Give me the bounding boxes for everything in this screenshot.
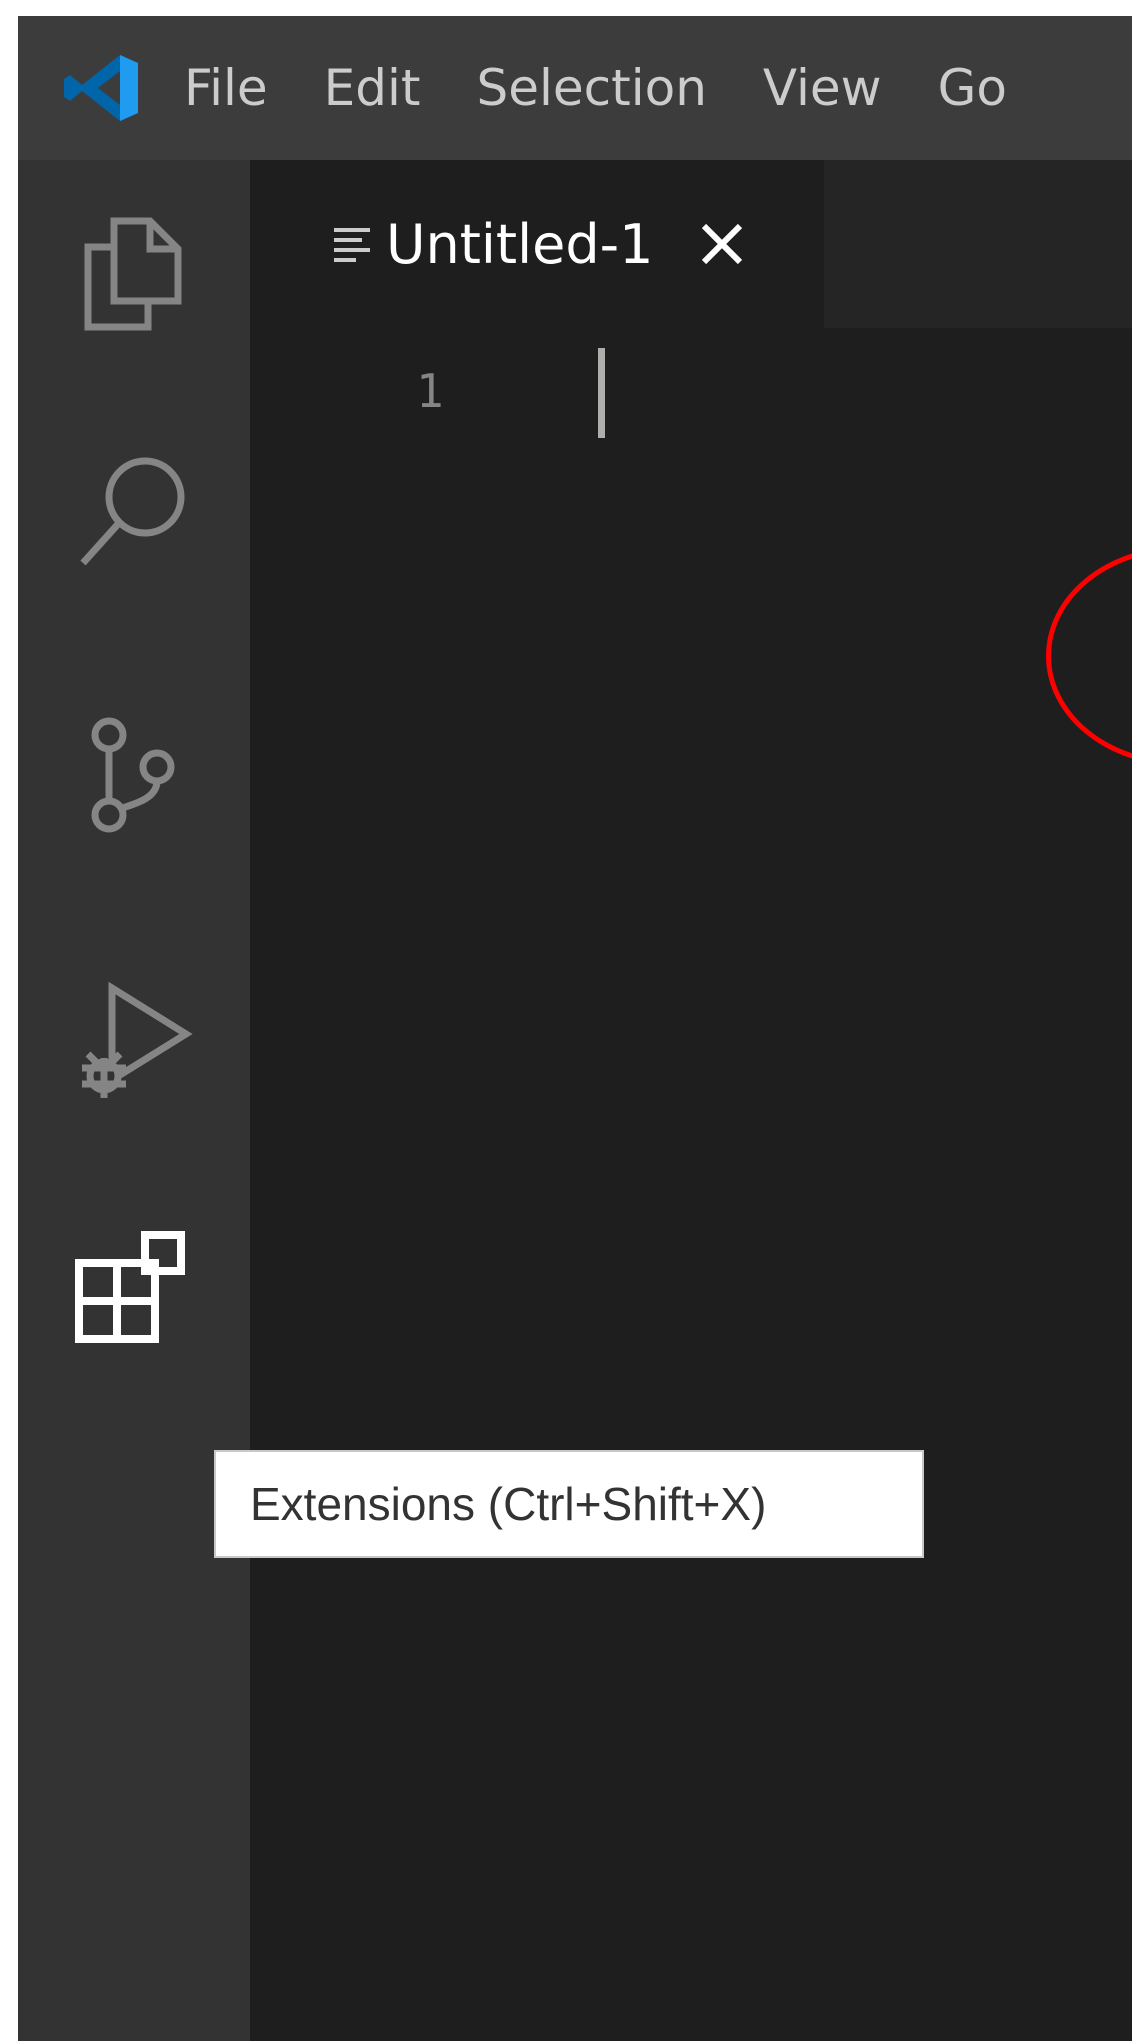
menu-file[interactable]: File — [156, 33, 296, 143]
source-control-icon[interactable] — [58, 700, 208, 850]
extensions-tooltip: Extensions (Ctrl+Shift+X) — [214, 1450, 924, 1558]
vscode-logo-icon — [60, 53, 144, 123]
menu-view[interactable]: View — [735, 33, 910, 143]
editor-area[interactable]: 1 — [250, 328, 1132, 2041]
text-file-icon — [332, 222, 372, 266]
extensions-icon[interactable] — [58, 1214, 208, 1364]
search-icon[interactable] — [58, 436, 208, 586]
menu-selection[interactable]: Selection — [449, 33, 735, 143]
menu-edit[interactable]: Edit — [296, 33, 449, 143]
run-debug-icon[interactable] — [58, 966, 208, 1116]
tooltip-text: Extensions (Ctrl+Shift+X) — [250, 1478, 767, 1530]
menu-go[interactable]: Go — [910, 33, 1035, 143]
tab-label: Untitled-1 — [386, 212, 654, 276]
activity-bar — [18, 160, 250, 2041]
menu-bar: File Edit Selection View Go — [18, 16, 1132, 160]
explorer-files-icon[interactable] — [58, 198, 208, 348]
close-icon[interactable] — [695, 217, 749, 271]
editor-tab-strip: Untitled-1 — [250, 160, 1132, 328]
tab-untitled-1[interactable]: Untitled-1 — [250, 160, 824, 328]
text-cursor — [598, 348, 605, 438]
line-number: 1 — [416, 364, 444, 418]
vscode-window: File Edit Selection View Go Untitled-1 1… — [18, 16, 1132, 2041]
